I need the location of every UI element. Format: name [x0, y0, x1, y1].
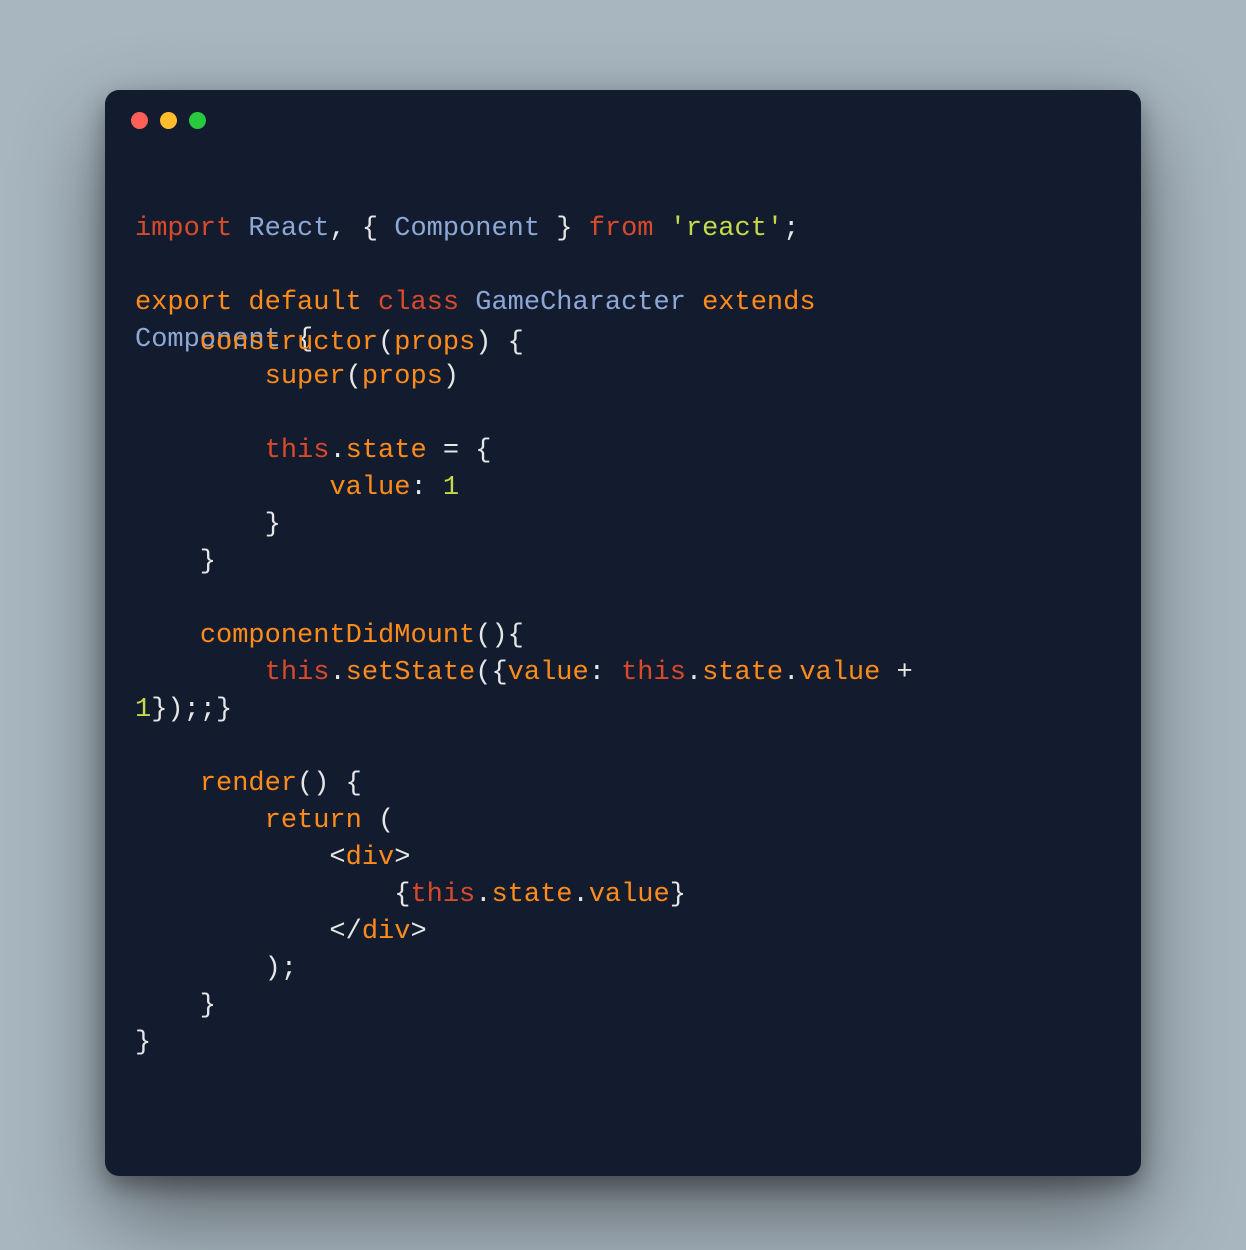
code-token: GameCharacter	[475, 288, 686, 318]
code-token: (	[378, 328, 394, 358]
code-token	[816, 288, 832, 318]
code-token: default	[248, 288, 361, 318]
code-token	[135, 436, 265, 466]
code-token: componentDidMount	[200, 621, 475, 651]
code-token: super	[265, 362, 346, 392]
code-token: .	[329, 436, 345, 466]
code-token: 1	[135, 695, 151, 725]
code-token: }	[135, 510, 281, 540]
code-token: value	[329, 473, 410, 503]
code-token: .	[686, 658, 702, 688]
code-token: this	[621, 658, 686, 688]
code-token: .	[572, 880, 588, 910]
code-token: = {	[427, 436, 492, 466]
code-token: Component	[394, 214, 540, 244]
code-token: }	[670, 880, 686, 910]
code-token: </	[135, 917, 362, 947]
code-token: value	[589, 880, 670, 910]
code-token: <	[135, 843, 346, 873]
code-token: constructor	[200, 328, 378, 358]
code-token: div	[362, 917, 411, 947]
code-token: (	[362, 806, 394, 836]
code-token: 1	[443, 473, 459, 503]
code-token: );	[135, 954, 297, 984]
code-token: (	[346, 362, 362, 392]
code-token: props	[362, 362, 443, 392]
code-token: div	[346, 843, 395, 873]
code-token: {	[135, 880, 410, 910]
code-token: props	[394, 328, 475, 358]
code-window: import React, { Component } from 'react'…	[105, 90, 1141, 1176]
code-token: }	[540, 214, 589, 244]
code-token: () {	[297, 769, 362, 799]
code-token: .	[783, 658, 799, 688]
maximize-icon[interactable]	[189, 112, 206, 129]
minimize-icon[interactable]	[160, 112, 177, 129]
code-token	[232, 288, 248, 318]
code-token: from	[589, 214, 654, 244]
code-token: this	[265, 436, 330, 466]
code-token	[459, 288, 475, 318]
code-token: return	[265, 806, 362, 836]
code-token: .	[475, 880, 491, 910]
code-token: }	[135, 991, 216, 1021]
code-token: ({	[475, 658, 507, 688]
code-token: value	[508, 658, 589, 688]
code-token: state	[702, 658, 783, 688]
code-token	[135, 328, 200, 358]
code-token: >	[410, 917, 426, 947]
code-token: this	[265, 658, 330, 688]
code-token: this	[410, 880, 475, 910]
code-token: class	[378, 288, 459, 318]
code-token: }	[135, 1028, 151, 1058]
code-token: import	[135, 214, 232, 244]
code-token: extends	[702, 288, 815, 318]
code-token: .	[329, 658, 345, 688]
code-token: 'react'	[670, 214, 783, 244]
code-token: +	[880, 658, 929, 688]
code-token: , {	[329, 214, 394, 244]
code-token: >	[394, 843, 410, 873]
code-token	[135, 769, 200, 799]
code-token	[135, 658, 265, 688]
window-titlebar	[105, 90, 1141, 150]
code-token: ;	[783, 214, 799, 244]
code-block: import React, { Component } from 'react'…	[105, 150, 1141, 1136]
code-token	[686, 288, 702, 318]
close-icon[interactable]	[131, 112, 148, 129]
code-token: });;}	[151, 695, 232, 725]
code-token: }	[135, 547, 216, 577]
code-token: state	[346, 436, 427, 466]
code-token: render	[200, 769, 297, 799]
code-token: value	[799, 658, 880, 688]
code-token: ) {	[475, 328, 524, 358]
code-token: :	[589, 658, 621, 688]
code-token: setState	[346, 658, 476, 688]
code-token: (){	[475, 621, 524, 651]
code-token	[362, 288, 378, 318]
code-token: state	[491, 880, 572, 910]
code-token	[135, 473, 329, 503]
code-token	[135, 362, 265, 392]
code-token	[654, 214, 670, 244]
code-token	[135, 806, 265, 836]
code-token: React	[232, 214, 329, 244]
code-token	[135, 621, 200, 651]
code-token: :	[410, 473, 442, 503]
code-token: )	[443, 362, 459, 392]
code-token: export	[135, 288, 232, 318]
overlapped-code-line: constructor(props) {	[135, 325, 524, 362]
